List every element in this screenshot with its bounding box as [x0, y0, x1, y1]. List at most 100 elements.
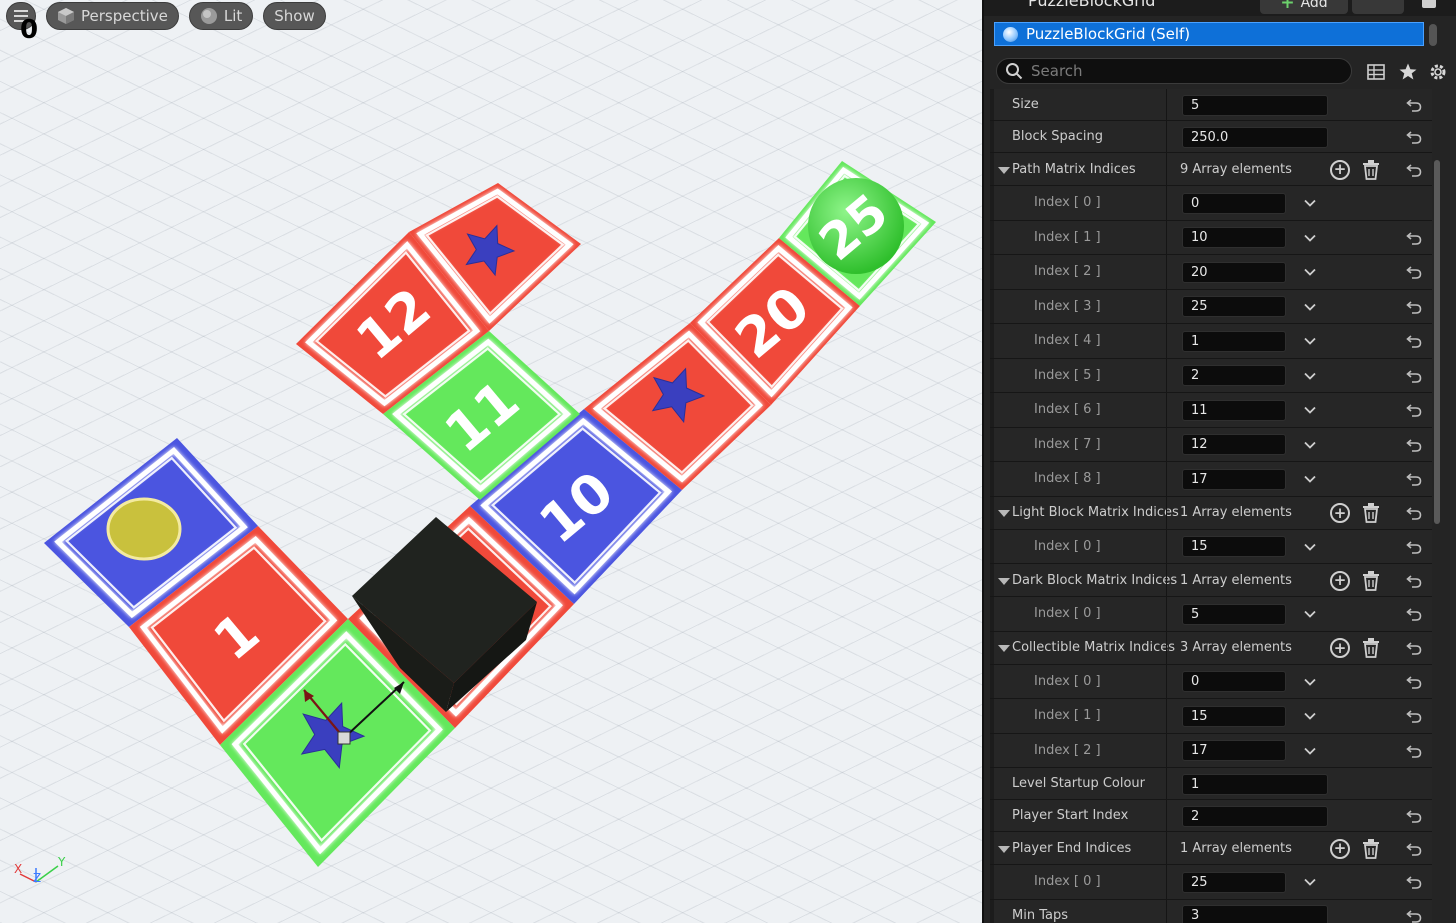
- add-element-icon[interactable]: +: [1330, 503, 1350, 523]
- array-element-field[interactable]: 0: [1182, 192, 1286, 214]
- element-menu-chevron-icon[interactable]: [1304, 232, 1316, 244]
- column-divider[interactable]: [1166, 631, 1167, 664]
- reset-to-default-icon[interactable]: [1406, 540, 1422, 554]
- column-divider[interactable]: [1166, 393, 1167, 427]
- favorites-star-icon[interactable]: [1398, 62, 1418, 82]
- reset-to-default-icon[interactable]: [1406, 163, 1422, 177]
- property-value-field[interactable]: 1: [1182, 773, 1328, 795]
- column-divider[interactable]: [1166, 121, 1167, 152]
- column-divider[interactable]: [1166, 699, 1167, 733]
- add-component-button[interactable]: + Add: [1260, 0, 1348, 14]
- search-input[interactable]: [1031, 62, 1331, 80]
- array-element-field[interactable]: 15: [1182, 536, 1286, 558]
- element-menu-chevron-icon[interactable]: [1304, 404, 1316, 416]
- column-divider[interactable]: [1166, 289, 1167, 323]
- component-tree-item-self[interactable]: PuzzleBlockGrid (Self): [994, 22, 1424, 46]
- reset-to-default-icon[interactable]: [1406, 506, 1422, 520]
- column-divider[interactable]: [1166, 800, 1167, 831]
- perspective-button[interactable]: Perspective: [46, 2, 179, 30]
- settings-gear-icon[interactable]: [1428, 62, 1448, 82]
- column-divider[interactable]: [1166, 462, 1167, 496]
- element-menu-chevron-icon[interactable]: [1304, 608, 1316, 620]
- column-divider[interactable]: [1166, 496, 1167, 529]
- delete-all-icon[interactable]: [1362, 570, 1380, 591]
- array-element-field[interactable]: 17: [1182, 468, 1286, 490]
- array-element-field[interactable]: 25: [1182, 296, 1286, 318]
- reset-to-default-icon[interactable]: [1406, 909, 1422, 923]
- reset-to-default-icon[interactable]: [1406, 574, 1422, 588]
- column-divider[interactable]: [1166, 664, 1167, 698]
- column-divider[interactable]: [1166, 597, 1167, 631]
- reset-to-default-icon[interactable]: [1406, 744, 1422, 758]
- array-element-field[interactable]: 20: [1182, 261, 1286, 283]
- add-element-icon[interactable]: +: [1330, 838, 1350, 859]
- array-element-field[interactable]: 5: [1182, 603, 1286, 625]
- reset-to-default-icon[interactable]: [1406, 130, 1422, 144]
- element-menu-chevron-icon[interactable]: [1304, 745, 1316, 757]
- reset-to-default-icon[interactable]: [1406, 809, 1422, 823]
- add-element-icon[interactable]: +: [1330, 570, 1350, 591]
- lit-button[interactable]: Lit: [188, 2, 254, 30]
- column-divider[interactable]: [1166, 768, 1167, 799]
- reset-to-default-icon[interactable]: [1406, 98, 1422, 112]
- reset-to-default-icon[interactable]: [1406, 334, 1422, 349]
- column-divider[interactable]: [1166, 427, 1167, 461]
- add-element-icon[interactable]: +: [1330, 159, 1350, 180]
- property-value-field[interactable]: 5: [1182, 94, 1328, 116]
- array-element-field[interactable]: 1: [1182, 330, 1286, 352]
- add-element-icon[interactable]: +: [1330, 638, 1350, 658]
- component-tree-scrollbar[interactable]: [1429, 24, 1437, 46]
- column-divider[interactable]: [1166, 832, 1167, 864]
- reset-to-default-icon[interactable]: [1406, 369, 1422, 383]
- column-divider[interactable]: [1166, 186, 1167, 220]
- delete-all-icon[interactable]: [1362, 503, 1380, 523]
- element-menu-chevron-icon[interactable]: [1304, 197, 1316, 209]
- expand-arrow-icon[interactable]: [998, 645, 1010, 652]
- details-scrollbar[interactable]: [1434, 160, 1440, 524]
- expand-arrow-icon[interactable]: [998, 845, 1010, 853]
- column-divider[interactable]: [1166, 358, 1167, 392]
- array-element-field[interactable]: 15: [1182, 705, 1286, 727]
- array-element-field[interactable]: 12: [1182, 434, 1286, 456]
- delete-all-icon[interactable]: [1362, 638, 1380, 658]
- gizmo-center-handle[interactable]: [337, 731, 351, 745]
- expand-arrow-icon[interactable]: [998, 510, 1010, 517]
- reset-to-default-icon[interactable]: [1406, 300, 1422, 314]
- property-value-field[interactable]: 250.0: [1182, 126, 1328, 148]
- blueprint-options-button[interactable]: [1352, 0, 1404, 14]
- expand-arrow-icon[interactable]: [998, 166, 1010, 174]
- reset-to-default-icon[interactable]: [1406, 607, 1422, 622]
- scene-render[interactable]: 1102025111225: [0, 0, 982, 923]
- lock-icon[interactable]: [1422, 0, 1436, 8]
- reset-to-default-icon[interactable]: [1406, 842, 1422, 856]
- array-element-field[interactable]: 25: [1182, 871, 1286, 893]
- column-divider[interactable]: [1166, 324, 1167, 358]
- element-menu-chevron-icon[interactable]: [1304, 439, 1316, 451]
- column-divider[interactable]: [1166, 733, 1167, 767]
- property-value-field[interactable]: 3: [1182, 905, 1328, 923]
- column-divider[interactable]: [1166, 255, 1167, 289]
- reset-to-default-icon[interactable]: [1406, 709, 1422, 724]
- column-divider[interactable]: [1166, 529, 1167, 563]
- element-menu-chevron-icon[interactable]: [1304, 676, 1316, 688]
- element-menu-chevron-icon[interactable]: [1304, 710, 1316, 722]
- show-button[interactable]: Show: [263, 2, 326, 30]
- column-divider[interactable]: [1166, 564, 1167, 596]
- element-menu-chevron-icon[interactable]: [1304, 876, 1316, 888]
- reset-to-default-icon[interactable]: [1406, 438, 1422, 452]
- element-menu-chevron-icon[interactable]: [1304, 541, 1316, 553]
- reset-to-default-icon[interactable]: [1406, 641, 1422, 655]
- element-menu-chevron-icon[interactable]: [1304, 335, 1316, 347]
- delete-all-icon[interactable]: [1362, 159, 1380, 180]
- column-divider[interactable]: [1166, 865, 1167, 899]
- column-divider[interactable]: [1166, 89, 1167, 120]
- column-divider[interactable]: [1166, 220, 1167, 254]
- expand-arrow-icon[interactable]: [998, 577, 1010, 585]
- level-viewport[interactable]: 1102025111225 Perspective: [0, 0, 982, 923]
- reset-to-default-icon[interactable]: [1406, 472, 1422, 487]
- array-element-field[interactable]: 2: [1182, 365, 1286, 387]
- reset-to-default-icon[interactable]: [1406, 675, 1422, 689]
- reset-to-default-icon[interactable]: [1406, 875, 1422, 890]
- reset-to-default-icon[interactable]: [1406, 231, 1422, 245]
- element-menu-chevron-icon[interactable]: [1304, 266, 1316, 278]
